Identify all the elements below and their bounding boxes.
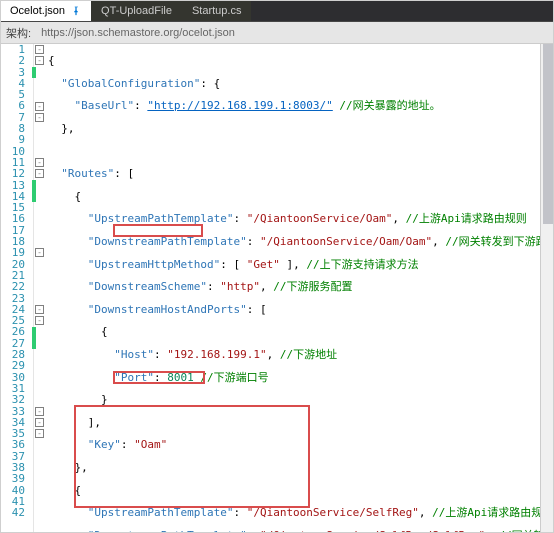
line-number: 2: [0, 55, 25, 66]
schema-label: 架构:: [0, 25, 37, 41]
change-marker: [32, 327, 36, 350]
line-number: 36: [0, 439, 25, 450]
line-number: 22: [0, 281, 25, 292]
fold-toggle-icon[interactable]: -: [35, 113, 44, 122]
line-number: 42: [0, 507, 25, 518]
change-marker: [32, 67, 36, 78]
change-marker: [32, 180, 36, 203]
fold-toggle-icon[interactable]: -: [35, 248, 44, 257]
pin-icon[interactable]: [71, 6, 81, 16]
fold-toggle-icon[interactable]: -: [35, 407, 44, 416]
vertical-scrollbar[interactable]: [540, 44, 554, 533]
fold-toggle-icon[interactable]: -: [35, 158, 44, 167]
tab-startup-cs[interactable]: Startup.cs: [182, 0, 252, 21]
fold-toggle-icon[interactable]: -: [35, 45, 44, 54]
fold-toggle-icon[interactable]: -: [35, 169, 44, 178]
line-number: 39: [0, 473, 25, 484]
fold-toggle-icon[interactable]: -: [35, 418, 44, 427]
line-number: 9: [0, 134, 25, 145]
tab-ocelot-json[interactable]: Ocelot.json: [0, 0, 91, 21]
line-number: 12: [0, 168, 25, 179]
line-number: 32: [0, 394, 25, 405]
fold-toggle-icon[interactable]: -: [35, 429, 44, 438]
schema-address-bar: 架构: https://json.schemastore.org/ocelot.…: [0, 22, 554, 44]
fold-toggle-icon[interactable]: -: [35, 102, 44, 111]
tab-label: Startup.cs: [192, 5, 242, 17]
code-editor[interactable]: 1234567891011121314151617181920212223242…: [0, 44, 554, 533]
fold-toggle-icon[interactable]: -: [35, 316, 44, 325]
tab-qt-uploadfile[interactable]: QT-UploadFile: [91, 0, 182, 21]
tab-label: Ocelot.json: [10, 5, 65, 17]
line-number-gutter: 1234567891011121314151617181920212223242…: [0, 44, 34, 533]
schema-url[interactable]: https://json.schemastore.org/ocelot.json: [37, 27, 554, 39]
fold-column: - - - - - - - - - - - -: [34, 44, 48, 533]
fold-toggle-icon[interactable]: -: [35, 305, 44, 314]
tab-label: QT-UploadFile: [101, 5, 172, 17]
tab-bar: Ocelot.json QT-UploadFile Startup.cs: [0, 0, 554, 22]
fold-toggle-icon[interactable]: -: [35, 56, 44, 65]
line-number: 29: [0, 360, 25, 371]
line-number: 19: [0, 247, 25, 258]
code-area[interactable]: { "GlobalConfiguration": { "BaseUrl": "h…: [48, 44, 554, 533]
scrollbar-thumb[interactable]: [543, 44, 553, 224]
